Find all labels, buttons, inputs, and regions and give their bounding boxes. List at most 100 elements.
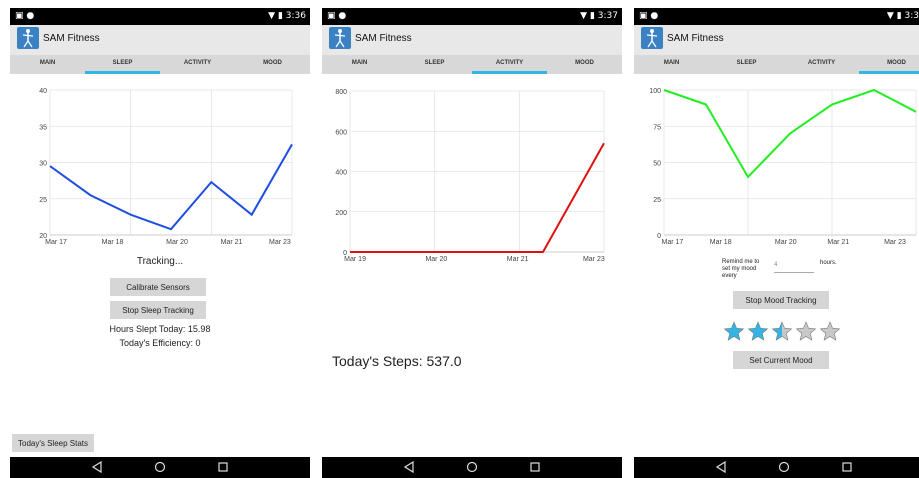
status-right: ▼ ▮ 3:37 [580, 11, 618, 21]
app-logo-icon [329, 27, 351, 49]
set-current-mood-button[interactable]: Set Current Mood [733, 351, 829, 369]
series-line [663, 88, 917, 179]
todays-sleep-stats-button[interactable]: Today's Sleep Stats [12, 434, 94, 452]
home-icon[interactable] [777, 460, 791, 474]
nav-bar [634, 457, 919, 478]
tab-sleep[interactable]: SLEEP [709, 55, 784, 74]
back-icon[interactable] [90, 460, 104, 474]
y-tick-label: 35 [39, 124, 47, 131]
star-icon[interactable] [795, 321, 817, 341]
tab-activity[interactable]: ACTIVITY [160, 55, 235, 74]
remind-hours-input[interactable]: 4 [774, 262, 814, 273]
tab-sleep[interactable]: SLEEP [85, 55, 160, 74]
phone-sleep: ▣ ● ▼ ▮ 3:36 SAM Fitness MAIN SLEEP ACTI… [10, 8, 310, 478]
calibrate-sensors-button[interactable]: Calibrate Sensors [110, 278, 206, 296]
app-title: SAM Fitness [355, 33, 412, 44]
tab-activity[interactable]: ACTIVITY [784, 55, 859, 74]
y-tick-label: 40 [39, 88, 47, 95]
tab-sleep[interactable]: SLEEP [397, 55, 472, 74]
x-tick-label: Mar 17 [662, 239, 684, 246]
y-tick-label: 30 [39, 161, 47, 168]
nav-bar [10, 457, 310, 478]
sleep-chart: 4035302520Mar 17 Mar 18 Mar 20 Mar 21 Mar 23 [39, 88, 293, 246]
status-bar: ▣ ● ▼ ▮ 3:36 [10, 8, 310, 25]
remind-line-1: Remind me to [722, 259, 760, 265]
x-tick-label: Mar 21 [827, 239, 849, 246]
remind-line-2: set my mood [722, 266, 757, 272]
tab-main[interactable]: MAIN [10, 55, 85, 74]
phone-mood: ▣ ● ▼ ▮ 3:3 SAM Fitness MAIN SLEEP ACTIV… [634, 8, 919, 478]
status-time: 3:37 [597, 11, 618, 21]
status-bar: ▣ ● ▼ ▮ 3:3 [634, 8, 919, 25]
tab-main[interactable]: MAIN [634, 55, 709, 74]
phone-activity: ▣ ● ▼ ▮ 3:37 SAM Fitness MAIN SLEEP ACTI… [322, 8, 622, 478]
x-tick-label: Mar 21 [507, 256, 529, 263]
tab-activity[interactable]: ACTIVITY [472, 55, 547, 74]
activity-chart: 8006004002000Mar 19 Mar 20 Mar 21 Mar 23 [335, 89, 605, 263]
tab-bar: MAIN SLEEP ACTIVITY MOOD [634, 55, 919, 74]
recents-icon[interactable] [840, 460, 854, 474]
hours-label: hours. [820, 260, 837, 266]
status-right: ▼ ▮ 3:36 [268, 11, 306, 21]
x-tick-label: Mar 23 [884, 239, 906, 246]
mood-rating[interactable] [724, 321, 844, 343]
recents-icon[interactable] [528, 460, 542, 474]
app-title: SAM Fitness [667, 33, 724, 44]
app-logo-icon [17, 27, 39, 49]
recents-icon[interactable] [216, 460, 230, 474]
tab-mood[interactable]: MOOD [547, 55, 622, 74]
tab-bar: MAIN SLEEP ACTIVITY MOOD [322, 55, 622, 74]
back-icon[interactable] [714, 460, 728, 474]
x-tick-label: Mar 23 [269, 239, 291, 246]
star-icon[interactable] [819, 321, 841, 341]
home-icon[interactable] [465, 460, 479, 474]
todays-steps: Today's Steps: 537.0 [332, 353, 462, 369]
notification-icons: ▣ ● [327, 11, 347, 21]
notification-icons: ▣ ● [639, 11, 659, 21]
tab-mood[interactable]: MOOD [859, 55, 919, 74]
x-tick-label: Mar 23 [583, 256, 605, 263]
efficiency: Today's Efficiency: 0 [119, 338, 201, 348]
notification-icons: ▣ ● [15, 11, 35, 21]
app-logo-icon [641, 27, 663, 49]
stop-sleep-tracking-button[interactable]: Stop Sleep Tracking [110, 301, 206, 319]
x-tick-label: Mar 18 [102, 239, 124, 246]
tab-mood[interactable]: MOOD [235, 55, 310, 74]
x-tick-label: Mar 21 [221, 239, 243, 246]
hours-slept: Hours Slept Today: 15.98 [109, 324, 211, 334]
tab-main[interactable]: MAIN [322, 55, 397, 74]
y-tick-label: 100 [649, 88, 661, 95]
status-time: 3:3 [904, 11, 919, 21]
y-tick-label: 25 [653, 197, 661, 204]
x-tick-label: Mar 20 [425, 256, 447, 263]
y-tick-label: 0 [657, 233, 661, 240]
nav-bar [322, 457, 622, 478]
app-bar: SAM Fitness [10, 25, 310, 55]
mood-chart: 100 75 50 25 0Mar 17 Mar 18 Mar 20 Mar 21 Mar 23 [649, 88, 917, 246]
x-tick-label: Mar 19 [344, 256, 366, 263]
star-icon[interactable] [771, 321, 793, 341]
y-tick-label: 600 [335, 129, 347, 136]
app-title: SAM Fitness [43, 33, 100, 44]
back-icon[interactable] [402, 460, 416, 474]
x-tick-label: Mar 20 [166, 239, 188, 246]
remind-label: Remind me to set my mood every [722, 259, 759, 280]
x-tick-label: Mar 18 [710, 239, 732, 246]
app-bar: SAM Fitness [634, 25, 919, 55]
y-tick-label: 25 [39, 197, 47, 204]
star-icon[interactable] [724, 321, 745, 341]
app-bar: SAM Fitness [322, 25, 622, 55]
star-icon[interactable] [747, 321, 769, 341]
y-tick-label: 200 [335, 210, 347, 217]
home-icon[interactable] [153, 460, 167, 474]
y-tick-label: 400 [335, 170, 347, 177]
tracking-status: Tracking... [136, 256, 184, 267]
x-tick-label: Mar 17 [45, 239, 67, 246]
tab-bar: MAIN SLEEP ACTIVITY MOOD [10, 55, 310, 74]
y-tick-label: 75 [653, 124, 661, 131]
series-line [49, 143, 293, 231]
remind-line-3: every [722, 273, 737, 279]
y-tick-label: 800 [335, 89, 347, 96]
series-line [350, 142, 605, 253]
stop-mood-tracking-button[interactable]: Stop Mood Tracking [733, 291, 829, 309]
